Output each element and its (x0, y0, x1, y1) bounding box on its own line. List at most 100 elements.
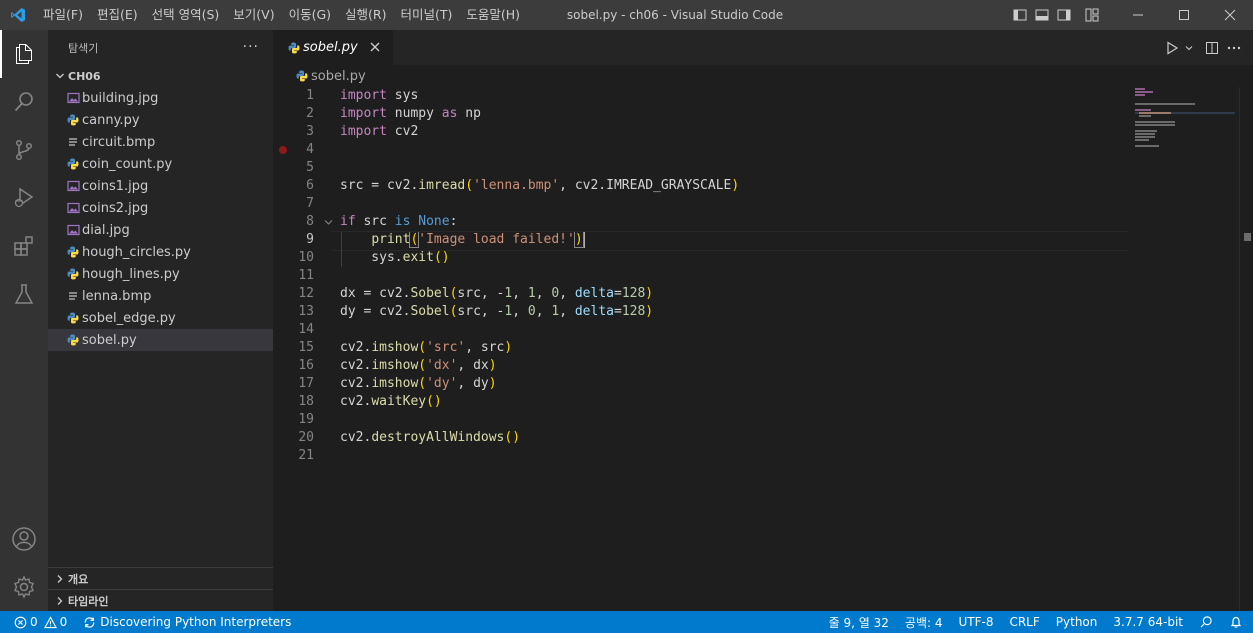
vertical-scrollbar[interactable] (1239, 87, 1253, 611)
end-of-line[interactable]: CRLF (1001, 611, 1047, 633)
menu-terminal[interactable]: 터미널(T) (394, 0, 460, 30)
tab-bar: sobel.py (273, 30, 1253, 65)
explorer-sidebar: 탐색기 ··· CH06 building.jpg canny.py circuit… (48, 30, 273, 611)
file-item[interactable]: lenna.bmp (48, 285, 273, 307)
file-item[interactable]: hough_circles.py (48, 241, 273, 263)
run-dropdown-chevron-icon[interactable] (1183, 30, 1195, 65)
menu-edit[interactable]: 편집(E) (90, 0, 145, 30)
file-item[interactable]: circuit.bmp (48, 131, 273, 153)
toggle-primary-sidebar-icon[interactable] (1009, 0, 1031, 30)
python-file-icon (64, 112, 82, 128)
menu-run[interactable]: 실행(R) (338, 0, 393, 30)
line-number: 7 (306, 196, 314, 211)
code-line: 15 cv2.imshow('src', src) (273, 339, 1128, 357)
generic-file-icon (64, 288, 82, 304)
file-item[interactable]: coins1.jpg (48, 175, 273, 197)
menu-file[interactable]: 파일(F) (36, 0, 90, 30)
close-window-button[interactable] (1207, 0, 1253, 30)
line-number: 17 (298, 376, 314, 391)
testing-flask-icon[interactable] (0, 270, 48, 318)
file-item[interactable]: sobel_edge.py (48, 307, 273, 329)
python-file-icon (285, 40, 303, 56)
file-name: coins1.jpg (82, 178, 149, 194)
breadcrumb-file: sobel.py (311, 68, 366, 84)
customize-layout-icon[interactable] (1081, 0, 1103, 30)
line-number: 14 (298, 322, 314, 337)
file-item[interactable]: sobel.py (48, 329, 273, 351)
code-editor[interactable]: 1 import sys 2 import numpy as np 3 import … (273, 87, 1128, 465)
line-number: 16 (298, 358, 314, 373)
warning-icon (43, 615, 57, 628)
tab-sobel-py[interactable]: sobel.py (273, 30, 393, 65)
notifications-bell-icon[interactable] (1221, 611, 1253, 633)
file-item[interactable]: building.jpg (48, 87, 273, 109)
file-list: building.jpg canny.py circuit.bmp coin_coun… (48, 87, 273, 351)
code-line: 11 (273, 267, 1128, 285)
problems-indicator[interactable]: 0 0 (0, 611, 75, 633)
file-name: lenna.bmp (82, 288, 152, 304)
search-icon[interactable] (0, 78, 48, 126)
error-count: 0 (30, 615, 38, 629)
file-name: coin_count.py (82, 156, 173, 172)
file-item[interactable]: hough_lines.py (48, 263, 273, 285)
breadcrumb[interactable]: sobel.py (273, 65, 1253, 87)
outline-section[interactable]: 개요 (48, 567, 273, 589)
line-number: 3 (306, 124, 314, 139)
code-line: 13 dy = cv2.Sobel(src, -1, 0, 1, delta=12… (273, 303, 1128, 321)
fold-chevron-icon[interactable] (321, 214, 335, 230)
minimap[interactable] (1133, 87, 1243, 157)
code-line: 1 import sys (273, 87, 1128, 105)
timeline-section[interactable]: 타임라인 (48, 589, 273, 611)
explorer-icon[interactable] (0, 30, 48, 78)
file-item[interactable]: coins2.jpg (48, 197, 273, 219)
menu-selection[interactable]: 선택 영역(S) (145, 0, 227, 30)
code-line: 17 cv2.imshow('dy', dy) (273, 375, 1128, 393)
python-interpreter-task[interactable]: Discovering Python Interpreters (75, 611, 299, 633)
cursor-position[interactable]: 줄 9, 열 32 (821, 611, 897, 633)
python-file-icon (64, 244, 82, 260)
image-file-icon (64, 200, 82, 216)
line-number: 9 (306, 232, 314, 247)
task-label: Discovering Python Interpreters (100, 615, 292, 629)
source-control-icon[interactable] (0, 126, 48, 174)
close-tab-icon[interactable] (367, 39, 383, 55)
language-mode[interactable]: Python (1048, 611, 1106, 633)
extensions-icon[interactable] (0, 222, 48, 270)
line-number: 2 (306, 106, 314, 121)
menu-bar: 파일(F) 편집(E) 선택 영역(S) 보기(V) 이동(G) 실행(R) 터… (36, 0, 527, 30)
file-item[interactable]: dial.jpg (48, 219, 273, 241)
split-editor-icon[interactable] (1201, 30, 1223, 65)
python-interpreter[interactable]: 3.7.7 64-bit (1105, 611, 1191, 633)
line-number: 4 (306, 142, 314, 157)
minimize-button[interactable] (1115, 0, 1161, 30)
chevron-right-icon (52, 593, 68, 609)
more-actions-icon[interactable] (1223, 30, 1245, 65)
code-line: 7 (273, 195, 1128, 213)
toggle-panel-icon[interactable] (1031, 0, 1053, 30)
code-line: 21 (273, 447, 1128, 465)
menu-go[interactable]: 이동(G) (282, 0, 338, 30)
line-number: 19 (298, 412, 314, 427)
code-line: 6 src = cv2.imread('lenna.bmp', cv2.IMREA… (273, 177, 1128, 195)
toggle-secondary-sidebar-icon[interactable] (1053, 0, 1075, 30)
feedback-icon[interactable] (1191, 611, 1221, 633)
file-item[interactable]: canny.py (48, 109, 273, 131)
run-python-file-icon[interactable] (1161, 30, 1183, 65)
folder-ch06[interactable]: CH06 (48, 65, 273, 87)
indentation[interactable]: 공백: 4 (897, 611, 951, 633)
code-line: 2 import numpy as np (273, 105, 1128, 123)
maximize-button[interactable] (1161, 0, 1207, 30)
encoding[interactable]: UTF-8 (950, 611, 1001, 633)
code-line: 4 (273, 141, 1128, 159)
file-item[interactable]: coin_count.py (48, 153, 273, 175)
file-name: sobel_edge.py (82, 310, 176, 326)
cursor-position-marker (1244, 233, 1251, 241)
accounts-icon[interactable] (0, 515, 48, 563)
run-debug-icon[interactable] (0, 174, 48, 222)
code-line: 16 cv2.imshow('dx', dx) (273, 357, 1128, 375)
manage-gear-icon[interactable] (0, 563, 48, 611)
more-actions-button[interactable]: ··· (243, 39, 259, 55)
line-number: 20 (298, 430, 314, 445)
menu-view[interactable]: 보기(V) (226, 0, 281, 30)
timeline-label: 타임라인 (68, 594, 109, 608)
